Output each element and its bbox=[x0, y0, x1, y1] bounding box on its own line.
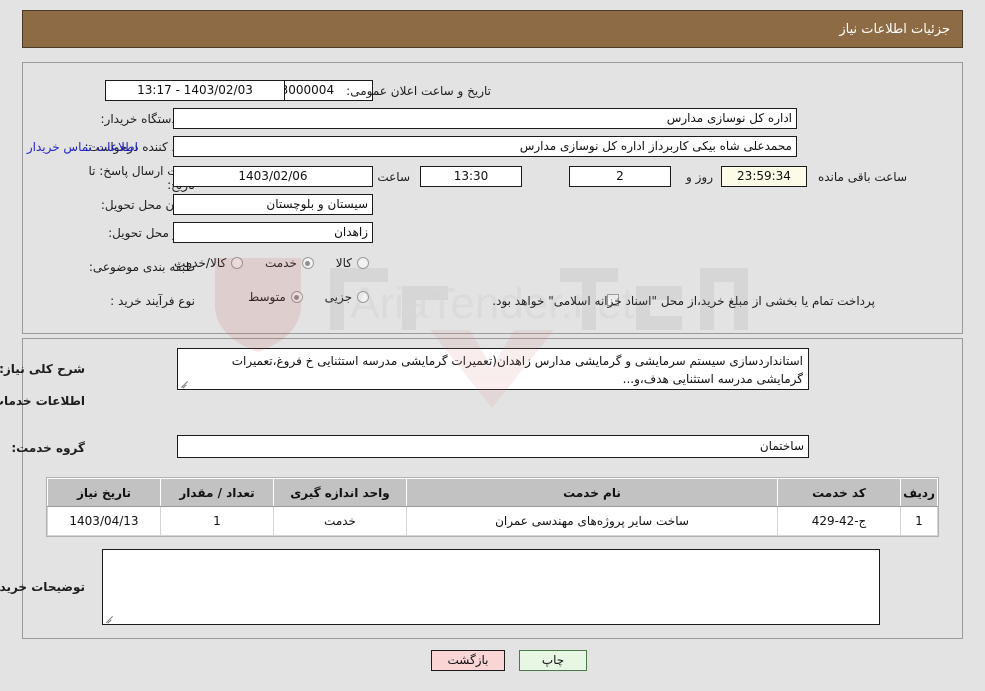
radio-icon[interactable] bbox=[301, 257, 314, 269]
cell-row-no: 1 bbox=[900, 506, 938, 536]
resize-grip-icon[interactable] bbox=[180, 378, 190, 389]
page-header: جزئیات اطلاعات نیاز bbox=[22, 10, 963, 48]
col-unit: واحد اندازه گیری bbox=[273, 478, 407, 507]
remaining-days-text: روز و bbox=[686, 170, 713, 184]
table-header-row: ردیف کد خدمت نام خدمت واحد اندازه گیری ت… bbox=[47, 478, 938, 507]
description-value: استانداردسازی سیستم سرمایشی و گرمایشی مد… bbox=[231, 354, 803, 386]
radio-icon[interactable] bbox=[357, 257, 369, 269]
cell-unit: خدمت bbox=[273, 506, 407, 536]
buyer-contact-link[interactable]: اطلاعات تماس خریدار bbox=[27, 136, 138, 158]
process-option-jozei[interactable]: جزیی bbox=[325, 290, 369, 304]
col-row-no: ردیف bbox=[900, 478, 938, 507]
resize-grip-icon[interactable] bbox=[105, 613, 115, 624]
category-option-kala[interactable]: کالا bbox=[336, 256, 369, 270]
description-label: شرح کلی نیاز: bbox=[0, 362, 85, 376]
services-section-title: اطلاعات خدمات مورد نیاز bbox=[0, 394, 85, 408]
category-option-khedmat[interactable]: خدمت bbox=[265, 256, 314, 270]
radio-icon[interactable] bbox=[290, 291, 303, 303]
services-table: ردیف کد خدمت نام خدمت واحد اندازه گیری ت… bbox=[46, 477, 939, 537]
col-service-name: نام خدمت bbox=[406, 478, 778, 507]
process-radio-group: جزیی متوسط bbox=[230, 290, 369, 306]
service-group-label: گروه خدمت: bbox=[11, 441, 85, 455]
back-button[interactable]: بازگشت bbox=[431, 650, 505, 671]
process-option-motevasset[interactable]: متوسط bbox=[248, 290, 303, 304]
cell-quantity: 1 bbox=[160, 506, 274, 536]
category-option-kala-khedmat[interactable]: کالا/خدمت bbox=[174, 256, 244, 270]
buyer-notes-textarea[interactable] bbox=[102, 549, 880, 625]
deadline-hour-value: 13:30 bbox=[420, 166, 522, 187]
buyer-org-value: اداره کل نوسازی مدارس bbox=[173, 108, 797, 129]
city-value: زاهدان bbox=[173, 222, 373, 243]
remaining-days-value: 2 bbox=[569, 166, 671, 187]
deadline-date-value: 1403/02/06 bbox=[173, 166, 373, 187]
cell-need-date: 1403/04/13 bbox=[47, 506, 161, 536]
announce-datetime-value: 1403/02/03 - 13:17 bbox=[105, 80, 285, 101]
field-announce-datetime-label: تاریخ و ساعت اعلان عمومی: bbox=[346, 84, 491, 98]
requester-value: محمدعلی شاه بیکی کاربرداز اداره کل نوساز… bbox=[173, 136, 797, 157]
countdown-text: ساعت باقی مانده bbox=[817, 170, 907, 184]
countdown-value: 23:59:34 bbox=[721, 166, 807, 187]
hour-label: ساعت bbox=[377, 170, 410, 184]
service-group-value: ساختمان bbox=[177, 435, 809, 458]
table-row: 1 ج-42-429 ساخت سایر پروژه‌های مهندسی عم… bbox=[47, 506, 938, 536]
buyer-notes-label: توضیحات خریدار; bbox=[0, 580, 85, 594]
radio-icon[interactable] bbox=[231, 257, 244, 269]
page-title: جزئیات اطلاعات نیاز bbox=[839, 21, 950, 37]
cell-service-name: ساخت سایر پروژه‌های مهندسی عمران bbox=[406, 506, 778, 536]
radio-icon[interactable] bbox=[357, 291, 369, 303]
cell-service-code: ج-42-429 bbox=[777, 506, 901, 536]
treasury-text: پرداخت تمام یا بخشی از مبلغ خرید،از محل … bbox=[492, 294, 875, 308]
col-service-code: کد خدمت bbox=[777, 478, 901, 507]
col-quantity: تعداد / مقدار bbox=[160, 478, 274, 507]
province-value: سیستان و بلوچستان bbox=[173, 194, 373, 215]
field-process-label: نوع فرآیند خرید : bbox=[110, 294, 195, 308]
print-button[interactable]: چاپ bbox=[519, 650, 587, 671]
description-textarea[interactable]: استانداردسازی سیستم سرمایشی و گرمایشی مد… bbox=[177, 348, 809, 390]
col-need-date: تاریخ نیاز bbox=[47, 478, 161, 507]
category-radio-group: کالا خدمت کالا/خدمت bbox=[156, 256, 369, 272]
